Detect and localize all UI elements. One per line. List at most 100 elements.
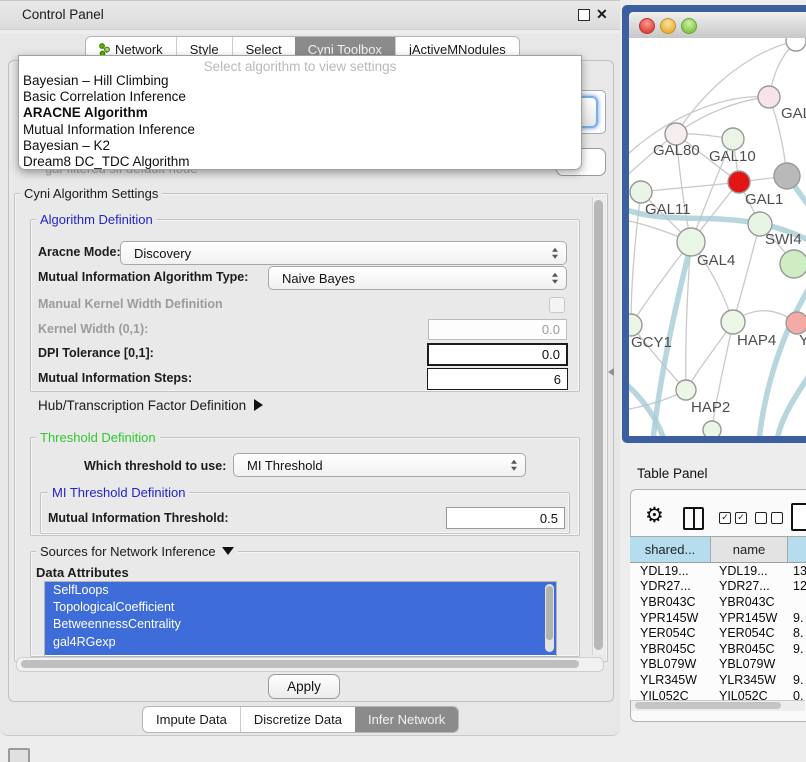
hub-definition-expander[interactable]: Hub/Transcription Factor Definition <box>38 398 263 413</box>
mac-zoom-button[interactable] <box>681 18 697 34</box>
network-window-titlebar[interactable] <box>629 12 806 39</box>
settings-horizontal-scrollbar-thumb[interactable] <box>21 660 579 668</box>
attributes-scrollbar[interactable] <box>545 584 554 652</box>
column-header-3[interactable] <box>788 537 806 562</box>
split-columns-icon[interactable] <box>683 507 704 530</box>
hide-columns-icon[interactable] <box>755 512 783 524</box>
table-row[interactable]: YER054CYER054C8. <box>630 625 806 641</box>
which-threshold-value: MI Threshold <box>247 458 323 473</box>
algorithm-option-bayesian-hill-climbing[interactable]: Bayesian – Hill Climbing <box>23 73 577 89</box>
table-cell[interactable]: YER054C <box>711 626 788 640</box>
sources-title-text: Sources for Network Inference <box>40 544 216 559</box>
table-cell[interactable]: YBR043C <box>711 595 788 609</box>
close-icon[interactable]: ✕ <box>596 6 608 23</box>
mi-steps-field[interactable]: 6 <box>427 368 568 390</box>
algorithm-option-bayesian-k2[interactable]: Bayesian – K2 <box>23 138 577 154</box>
network-edge <box>733 224 760 322</box>
settings-vertical-scrollbar-thumb[interactable] <box>594 200 603 650</box>
which-threshold-select[interactable]: MI Threshold <box>233 453 526 477</box>
unchecked-box-icon <box>771 512 783 524</box>
network-node-top-partial[interactable] <box>786 38 806 51</box>
network-node-gal11[interactable] <box>630 181 652 203</box>
table-cell[interactable]: YDL19... <box>711 564 788 578</box>
network-node-gray-node[interactable] <box>774 163 800 189</box>
table-cell[interactable]: 9. <box>788 611 806 625</box>
table-cell[interactable]: YBR045C <box>711 642 788 656</box>
manual-kernel-checkbox[interactable] <box>549 297 565 313</box>
node-label-y: Y <box>799 332 806 349</box>
table-row[interactable]: YIL052CYIL052C0. <box>630 688 806 700</box>
network-node-red-node[interactable] <box>728 171 750 193</box>
table-cell[interactable]: 12 <box>788 579 806 593</box>
data-attribute-item-topologicalcoefficient[interactable]: TopologicalCoefficient <box>45 599 556 616</box>
collapse-down-arrow-icon[interactable] <box>222 547 234 555</box>
table-cell[interactable]: YBR045C <box>630 642 711 656</box>
network-node-gal10[interactable] <box>722 128 744 150</box>
splitter-collapse-icon[interactable] <box>608 368 614 376</box>
table-cell[interactable]: YDR27... <box>711 579 788 593</box>
algorithm-option-basic-correlation-inference[interactable]: Basic Correlation Inference <box>23 89 577 105</box>
tab-impute-data[interactable]: Impute Data <box>143 707 240 732</box>
table-cell[interactable]: YBR043C <box>630 595 711 609</box>
network-node-bottom-partial[interactable] <box>703 421 721 436</box>
network-node-hap4[interactable] <box>721 310 745 334</box>
table-cell[interactable]: YBL079W <box>630 657 711 671</box>
table-cell[interactable]: 8. <box>788 626 806 640</box>
network-node-hap2[interactable] <box>676 380 696 400</box>
data-attribute-item-gal4rgexp[interactable]: gal4RGexp <box>45 634 556 651</box>
mac-close-button[interactable] <box>639 18 655 34</box>
collapsed-panel-icon[interactable] <box>8 748 30 762</box>
network-node-swi4-green[interactable] <box>780 250 806 278</box>
table-cell[interactable]: 0. <box>788 689 806 700</box>
table-row[interactable]: YDL19...YDL19...13 <box>630 563 806 579</box>
show-checked-columns-icon[interactable]: ✓✓ <box>719 512 747 524</box>
mac-minimize-button[interactable] <box>660 18 676 34</box>
table-row[interactable]: YDR27...YDR27...12 <box>630 579 806 595</box>
table-cell[interactable]: 9. <box>788 642 806 656</box>
table-row[interactable]: YPR145WYPR145W9. <box>630 610 806 626</box>
node-label-gal11: GAL11 <box>645 201 691 218</box>
network-node-pink-right[interactable] <box>786 312 806 334</box>
table-cell[interactable]: YPR145W <box>630 611 711 625</box>
expand-right-arrow-icon[interactable] <box>254 399 263 411</box>
data-attributes-list[interactable]: SelfLoopsTopologicalCoefficientBetweenne… <box>44 581 557 657</box>
network-canvas[interactable]: GALGAL80GAL10GAL1GAL11SWI4GAL4GCY1HAP4YH… <box>629 38 806 436</box>
table-horizontal-scrollbar-thumb[interactable] <box>635 702 781 709</box>
algorithm-option-mutual-information-inference[interactable]: Mutual Information Inference <box>23 122 577 138</box>
hub-definition-label: Hub/Transcription Factor Definition <box>38 398 246 413</box>
mi-threshold-field[interactable]: 0.5 <box>446 507 565 529</box>
network-node-gal-pink[interactable] <box>758 86 780 108</box>
table-cell[interactable]: 9. <box>788 673 806 687</box>
table-cell[interactable]: YLR345W <box>711 673 788 687</box>
table-cell[interactable]: YLR345W <box>630 673 711 687</box>
column-header-shared[interactable]: shared... <box>630 537 711 562</box>
table-cell[interactable]: YER054C <box>630 626 711 640</box>
table-cell[interactable]: YBL079W <box>711 657 788 671</box>
apply-button[interactable]: Apply <box>268 674 340 699</box>
table-cell[interactable]: YDL19... <box>630 564 711 578</box>
table-row[interactable]: YBR043CYBR043C <box>630 594 806 610</box>
network-node-gcy1[interactable] <box>629 314 642 336</box>
table-cell[interactable]: YIL052C <box>630 689 711 700</box>
table-row[interactable]: YBR045CYBR045C9. <box>630 641 806 657</box>
table-cell[interactable]: 13 <box>788 564 806 578</box>
document-icon[interactable] <box>791 503 806 531</box>
algorithm-option-dream8-dc-tdc-algorithm[interactable]: Dream8 DC_TDC Algorithm <box>23 154 577 170</box>
aracne-mode-select[interactable]: Discovery <box>120 241 567 265</box>
column-header-name[interactable]: name <box>711 537 788 562</box>
table-row[interactable]: YBL079WYBL079W <box>630 657 806 673</box>
algorithm-option-aracne-algorithm[interactable]: ARACNE Algorithm <box>23 105 577 121</box>
tab-infer-network[interactable]: Infer Network <box>355 707 458 732</box>
tab-discretize-data[interactable]: Discretize Data <box>240 707 355 732</box>
mi-type-select[interactable]: Naive Bayes <box>268 266 567 290</box>
dpi-tolerance-field[interactable]: 0.0 <box>427 343 568 366</box>
sources-group-title[interactable]: Sources for Network Inference <box>36 544 238 559</box>
table-cell[interactable]: YPR145W <box>711 611 788 625</box>
table-row[interactable]: YLR345WYLR345W9. <box>630 672 806 688</box>
float-window-icon[interactable] <box>578 9 590 21</box>
table-cell[interactable]: YIL052C <box>711 689 788 700</box>
data-attribute-item-betweennesscentrality[interactable]: BetweennessCentrality <box>45 616 556 633</box>
data-attribute-item-selfloops[interactable]: SelfLoops <box>45 582 556 599</box>
table-cell[interactable]: YDR27... <box>630 579 711 593</box>
gear-icon[interactable]: ⚙ <box>645 503 664 527</box>
